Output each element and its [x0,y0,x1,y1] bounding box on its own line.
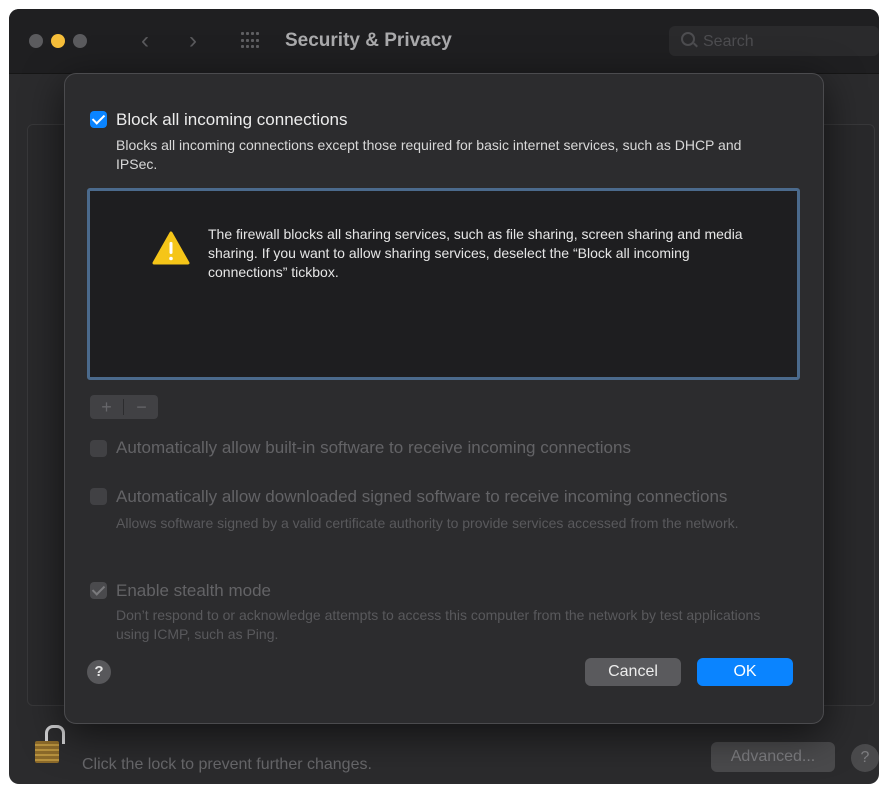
sheet-help-button[interactable]: ? [87,660,111,684]
block-all-description: Blocks all incoming connections except t… [116,137,742,172]
stealth-mode-checkbox[interactable] [90,582,107,599]
auto-builtin-label: Automatically allow built-in software to… [116,438,631,457]
auto-signed-checkbox[interactable] [90,488,107,505]
segment-divider [123,399,124,415]
zoom-window-button[interactable] [73,34,87,48]
ok-button[interactable]: OK [697,658,793,686]
auto-signed-description: Allows software signed by a valid certif… [116,515,739,531]
search-field[interactable] [669,26,879,56]
advanced-button[interactable]: Advanced... [711,742,835,772]
title-bar: ‹ › Security & Privacy Search [9,9,879,74]
lock-icon[interactable] [35,725,65,767]
warning-triangle-icon [152,231,190,265]
stealth-mode-description: Don’t respond to or acknowledge attempts… [116,607,761,642]
cancel-button[interactable]: Cancel [585,658,681,686]
auto-signed-label: Automatically allow downloaded signed so… [116,487,728,506]
show-all-grid-icon[interactable] [241,32,261,50]
firewall-options-sheet: Block all incoming connections Blocks al… [64,73,824,724]
add-remove-control: + − [90,395,158,419]
firewall-warning-text: The firewall blocks all sharing services… [208,226,743,280]
minimize-window-button[interactable] [51,34,65,48]
block-all-checkbox[interactable] [90,111,107,128]
block-all-label: Block all incoming connections [116,110,348,129]
forward-button[interactable]: › [189,29,197,53]
window-help-button[interactable]: ? [851,744,879,772]
app-list-box: The firewall blocks all sharing services… [87,188,800,380]
lock-status-text: Click the lock to prevent further change… [82,756,372,773]
back-button[interactable]: ‹ [141,29,149,53]
window-title: Security & Privacy [285,30,452,51]
auto-builtin-checkbox[interactable] [90,440,107,457]
close-window-button[interactable] [29,34,43,48]
stealth-mode-label: Enable stealth mode [116,581,271,600]
add-app-button[interactable]: + [90,395,123,419]
remove-app-button[interactable]: − [125,395,158,419]
search-placeholder: Search [703,33,754,50]
search-icon [681,32,695,46]
